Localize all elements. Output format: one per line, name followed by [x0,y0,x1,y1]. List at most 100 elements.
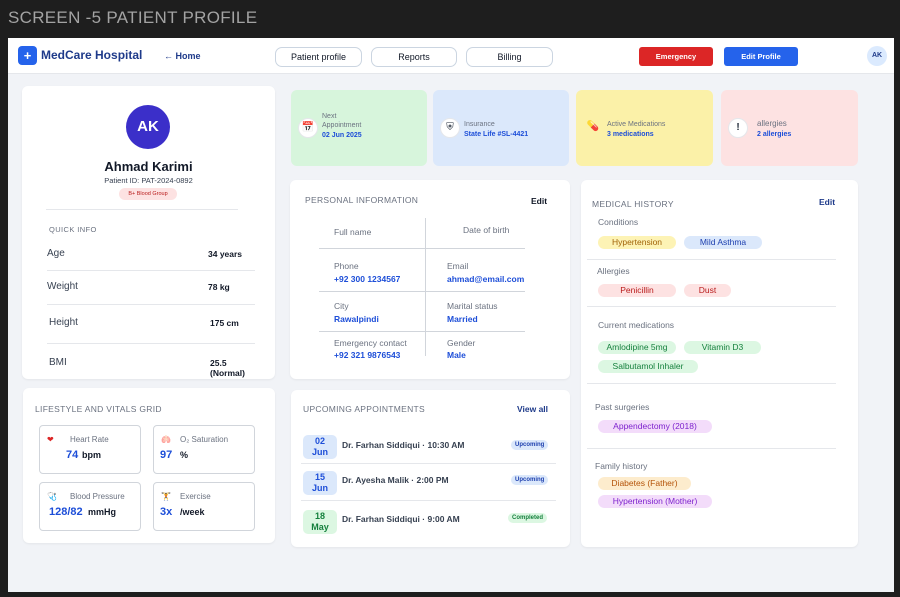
stat-value: 3 medications [607,131,654,138]
divider [587,448,836,449]
hospital-logo-icon: + [18,46,37,65]
stat-card-insurance[interactable]: ⛨ Insurance State Life #SL-4421 [433,90,569,166]
field-value: Rawalpindi [334,314,379,324]
vital-label: Heart Rate [70,435,109,444]
tab-patient-profile[interactable]: Patient profile [275,47,362,67]
emergency-button[interactable]: Emergency [639,47,713,66]
patient-avatar: AK [126,105,170,149]
user-avatar[interactable]: AK [867,46,887,66]
family-history-pill: Hypertension (Mother) [598,495,712,508]
allergy-pill: Penicillin [598,284,676,297]
top-bar: + MedCare Hospital ← Home Patient profil… [8,38,894,74]
surgeries-label: Past surgeries [595,402,650,412]
personal-info-title: PERSONAL INFORMATION [305,195,419,205]
exercise-icon: 🏋 [161,492,171,501]
vital-unit: % [180,450,189,460]
vital-heart-rate: ❤ Heart Rate 74 bpm [39,425,141,474]
field-label: Gender [447,338,476,348]
medication-pill: Vitamin D3 [684,341,761,354]
family-history-pill: Diabetes (Father) [598,477,691,490]
appointments-card: UPCOMING APPOINTMENTS View all 02 Jun Dr… [291,390,570,547]
divider [46,209,238,210]
field-value: Male [447,350,466,360]
lifestyle-title: LIFESTYLE AND VITALS GRID [35,404,162,414]
field-email: Email ahmad@email.com [447,261,524,284]
quick-info-value: 78 kg [208,282,230,292]
alert-icon: ! [728,118,748,138]
field-marital-status: Marital status Married [447,301,498,324]
vital-label: Exercise [180,492,211,501]
quick-info-value: 175 cm [210,318,239,328]
divider [319,248,525,249]
medical-history-edit-link[interactable]: Edit [819,197,835,207]
vital-value: 128/82 [49,506,83,518]
quick-info-label: Height [49,317,78,328]
divider [587,383,836,384]
field-full-name: Full name [334,227,371,237]
patient-name: Ahmad Karimi [104,159,193,174]
field-label: City [334,301,349,311]
profile-card: AK Ahmad Karimi Patient ID: PAT-2024-089… [22,86,275,379]
field-label: Emergency contact [334,338,407,348]
field-label: Marital status [447,301,498,311]
appointment-month: Jun [311,447,328,457]
pill-icon: 💊 [586,121,600,132]
appointment-day: 02 [314,436,325,446]
divider [301,500,556,501]
medications-label: Current medications [598,320,675,330]
field-value: +92 300 1234567 [334,274,401,284]
stat-value: State Life #SL-4421 [464,131,529,138]
stat-card-next-appointment[interactable]: 📅 Next Appointment 02 Jun 2025 [291,90,427,166]
vital-value: 74 [66,449,79,461]
vital-unit: mmHg [88,507,117,517]
divider [587,259,836,260]
quick-info-value: 25.5 (Normal) [210,358,245,378]
vital-label: O₂ Saturation [180,435,229,444]
status-badge: Upcoming [511,440,549,450]
personal-info-card: PERSONAL INFORMATION Edit Full name Date… [290,180,570,379]
quick-info-label: Age [47,248,65,259]
field-city: City Rawalpindi [334,301,379,324]
stat-value: 2 allergies [757,131,792,138]
appointment-doctor: Dr. Farhan Siddiqui · 9:00 AM [342,514,460,524]
appointment-day: 15 [314,472,325,482]
quick-info-label: BMI [49,357,67,368]
stat-card-allergies[interactable]: ! allergies 2 allergies [721,90,858,166]
edit-profile-button[interactable]: Edit Profile [724,47,798,66]
stat-card-medications[interactable]: 💊 Active Medications 3 medications [576,90,713,166]
vital-unit: bpm [82,450,101,460]
surgery-pill: Appendectomy (2018) [598,420,712,433]
personal-info-edit-link[interactable]: Edit [531,196,547,206]
quick-info-label: Weight [47,281,78,292]
lifestyle-vitals-card: LIFESTYLE AND VITALS GRID ❤ Heart Rate 7… [23,388,275,543]
stat-value: 02 Jun 2025 [322,132,362,139]
condition-pill: Hypertension [598,236,676,249]
appointment-day: 18 [314,511,325,521]
field-label: Full name [334,227,372,237]
quick-info-value: 34 years [208,249,243,259]
conditions-label: Conditions [598,217,639,227]
divider [47,343,255,344]
view-all-link[interactable]: View all [517,404,548,414]
vital-label: Blood Pressure [70,492,125,501]
field-phone: Phone +92 300 1234567 [334,261,400,284]
quick-info-title: QUICK INFO [49,225,97,234]
home-link[interactable]: ← Home [164,51,201,61]
allergy-pill: Dust [684,284,731,297]
appointment-month: May [311,522,329,532]
field-emergency-contact: Emergency contact +92 321 9876543 [334,338,407,360]
divider [319,331,525,332]
vital-value: 97 [160,449,173,461]
status-badge: Completed [508,513,548,523]
tab-billing[interactable]: Billing [466,47,553,67]
condition-pill: Mild Asthma [684,236,762,249]
appointment-doctor: Dr. Ayesha Malik · 2:00 PM [342,475,449,485]
calendar-icon: 📅 [298,118,318,138]
divider [319,291,525,292]
family-history-label: Family history [595,461,648,471]
brand-name[interactable]: MedCare Hospital [41,48,142,62]
blood-group-badge: B+ Blood Group [119,188,177,200]
tab-reports[interactable]: Reports [371,47,457,67]
divider [47,304,255,305]
divider [587,306,836,307]
